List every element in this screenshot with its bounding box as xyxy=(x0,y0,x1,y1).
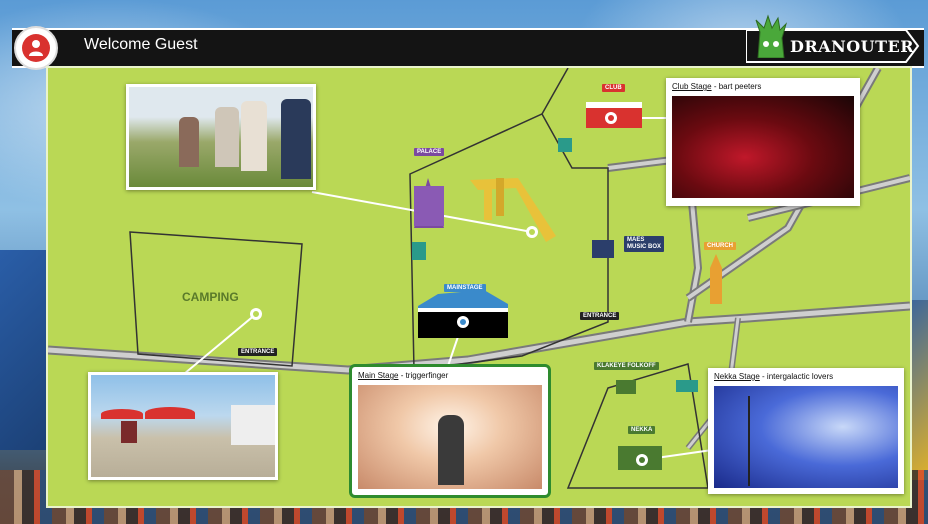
crowd-photo xyxy=(129,87,313,187)
nekka-label[interactable]: NEKKA xyxy=(628,426,656,434)
klakeye-folkoff-label[interactable]: KLAKEYE FOLKOFF xyxy=(594,362,659,370)
nekka-stage-caption: Nekka Stage - intergalactic lovers xyxy=(714,372,834,381)
club-stage-photo xyxy=(672,96,854,198)
main-stage-popup[interactable]: Main Stage - triggerfinger xyxy=(349,364,551,498)
camping-entrance-label: ENTRANCE xyxy=(238,348,278,356)
crowd-photo-popup[interactable] xyxy=(126,84,316,190)
mascot-icon xyxy=(755,14,788,58)
camping-photo xyxy=(91,375,275,477)
camping-label: CAMPING xyxy=(182,290,239,304)
main-stage-photo xyxy=(358,385,542,489)
club-label[interactable]: CLUB xyxy=(602,84,625,92)
user-avatar-button[interactable] xyxy=(14,26,58,70)
maes-music-box-label[interactable]: MAES MUSIC BOX xyxy=(624,236,665,252)
main-stage-caption: Main Stage - triggerfinger xyxy=(358,371,449,380)
dranouter-logo: DRANOUTER xyxy=(746,14,922,64)
user-icon xyxy=(22,34,50,62)
main-stage-link[interactable]: Main Stage xyxy=(358,371,398,380)
camping-photo-popup[interactable] xyxy=(88,372,278,480)
main-entrance-label: ENTRANCE xyxy=(580,312,620,320)
logo-text: DRANOUTER xyxy=(790,37,914,56)
palace-label[interactable]: PALACE xyxy=(414,148,445,156)
church-label[interactable]: CHURCH xyxy=(704,242,736,250)
club-stage-popup[interactable]: Club Stage - bart peeters xyxy=(666,78,860,206)
nekka-stage-photo xyxy=(714,386,898,488)
welcome-text: Welcome Guest xyxy=(84,36,198,53)
club-stage-link[interactable]: Club Stage xyxy=(672,82,712,91)
nekka-stage-popup[interactable]: Nekka Stage - intergalactic lovers xyxy=(708,368,904,494)
club-stage-caption: Club Stage - bart peeters xyxy=(672,82,762,91)
nekka-stage-link[interactable]: Nekka Stage xyxy=(714,372,760,381)
mainstage-label[interactable]: MAINSTAGE xyxy=(444,284,486,292)
